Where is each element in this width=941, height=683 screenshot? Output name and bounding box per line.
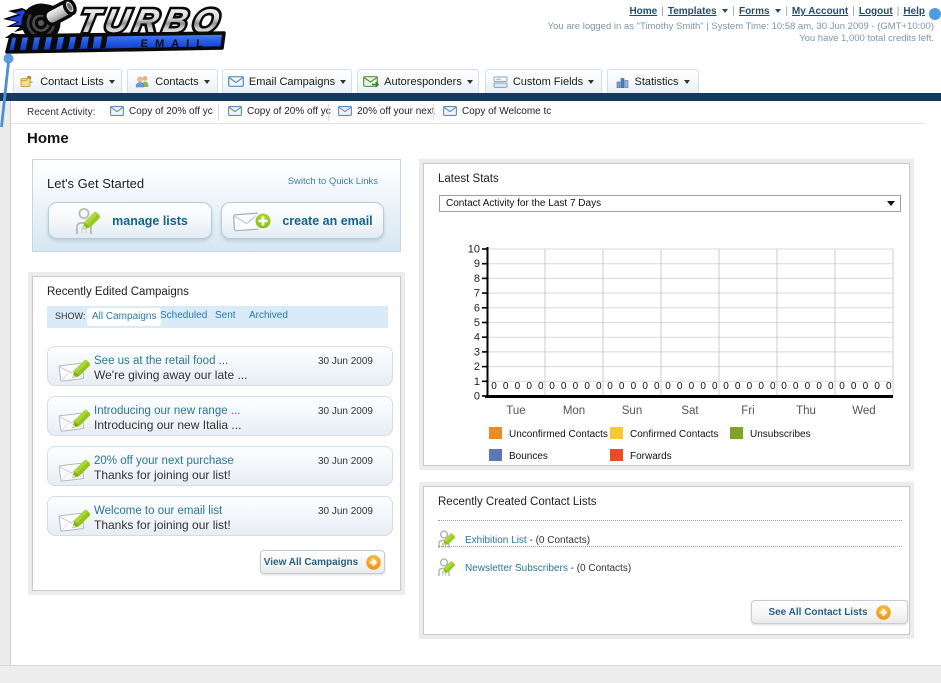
svg-text:0: 0 [747,381,753,392]
svg-text:0: 0 [549,381,555,392]
svg-text:0: 0 [712,381,718,392]
svg-text:0: 0 [851,381,857,392]
svg-text:0: 0 [538,381,544,392]
svg-text:0: 0 [665,381,671,392]
svg-text:0: 0 [677,381,683,392]
svg-text:0: 0 [561,381,567,392]
svg-text:0: 0 [863,381,869,392]
svg-text:0: 0 [700,381,706,392]
svg-text:0: 0 [723,381,729,392]
svg-text:10: 10 [468,244,480,256]
svg-text:0: 0 [573,381,579,392]
svg-text:0: 0 [805,381,811,392]
svg-text:7: 7 [474,288,480,300]
svg-text:Sun: Sun [622,405,642,417]
svg-text:Sat: Sat [681,405,699,417]
svg-text:0: 0 [515,381,521,392]
svg-text:0: 0 [781,381,787,392]
svg-text:2: 2 [474,361,480,373]
svg-text:0: 0 [828,381,834,392]
svg-text:Mon: Mon [563,405,585,417]
svg-text:0: 0 [874,381,880,392]
svg-text:0: 0 [654,381,660,392]
svg-text:EMAIL: EMAIL [140,38,210,50]
svg-text:0: 0 [491,381,497,392]
svg-text:6: 6 [474,302,480,314]
svg-text:0: 0 [839,381,845,392]
svg-text:0: 0 [607,381,613,392]
svg-text:0: 0 [735,381,741,392]
svg-text:0: 0 [816,381,822,392]
svg-text:0: 0 [689,381,695,392]
svg-text:0: 0 [793,381,799,392]
svg-text:Thu: Thu [796,405,816,417]
svg-text:3: 3 [474,346,480,358]
svg-text:0: 0 [642,381,648,392]
svg-text:5: 5 [474,317,480,329]
svg-text:0: 0 [770,381,776,392]
svg-text:Tue: Tue [506,405,525,417]
svg-text:0: 0 [886,381,892,392]
svg-text:0: 0 [474,391,480,403]
svg-text:0: 0 [503,381,509,392]
svg-text:8: 8 [474,273,480,285]
svg-text:4: 4 [474,332,480,344]
svg-text:0: 0 [526,381,532,392]
svg-text:9: 9 [474,258,480,270]
svg-text:1: 1 [474,376,480,388]
svg-text:0: 0 [758,381,764,392]
svg-text:Wed: Wed [852,405,875,417]
svg-text:0: 0 [584,381,590,392]
svg-text:0: 0 [631,381,637,392]
svg-text:0: 0 [619,381,625,392]
svg-text:0: 0 [596,381,602,392]
svg-text:Fri: Fri [741,405,754,417]
